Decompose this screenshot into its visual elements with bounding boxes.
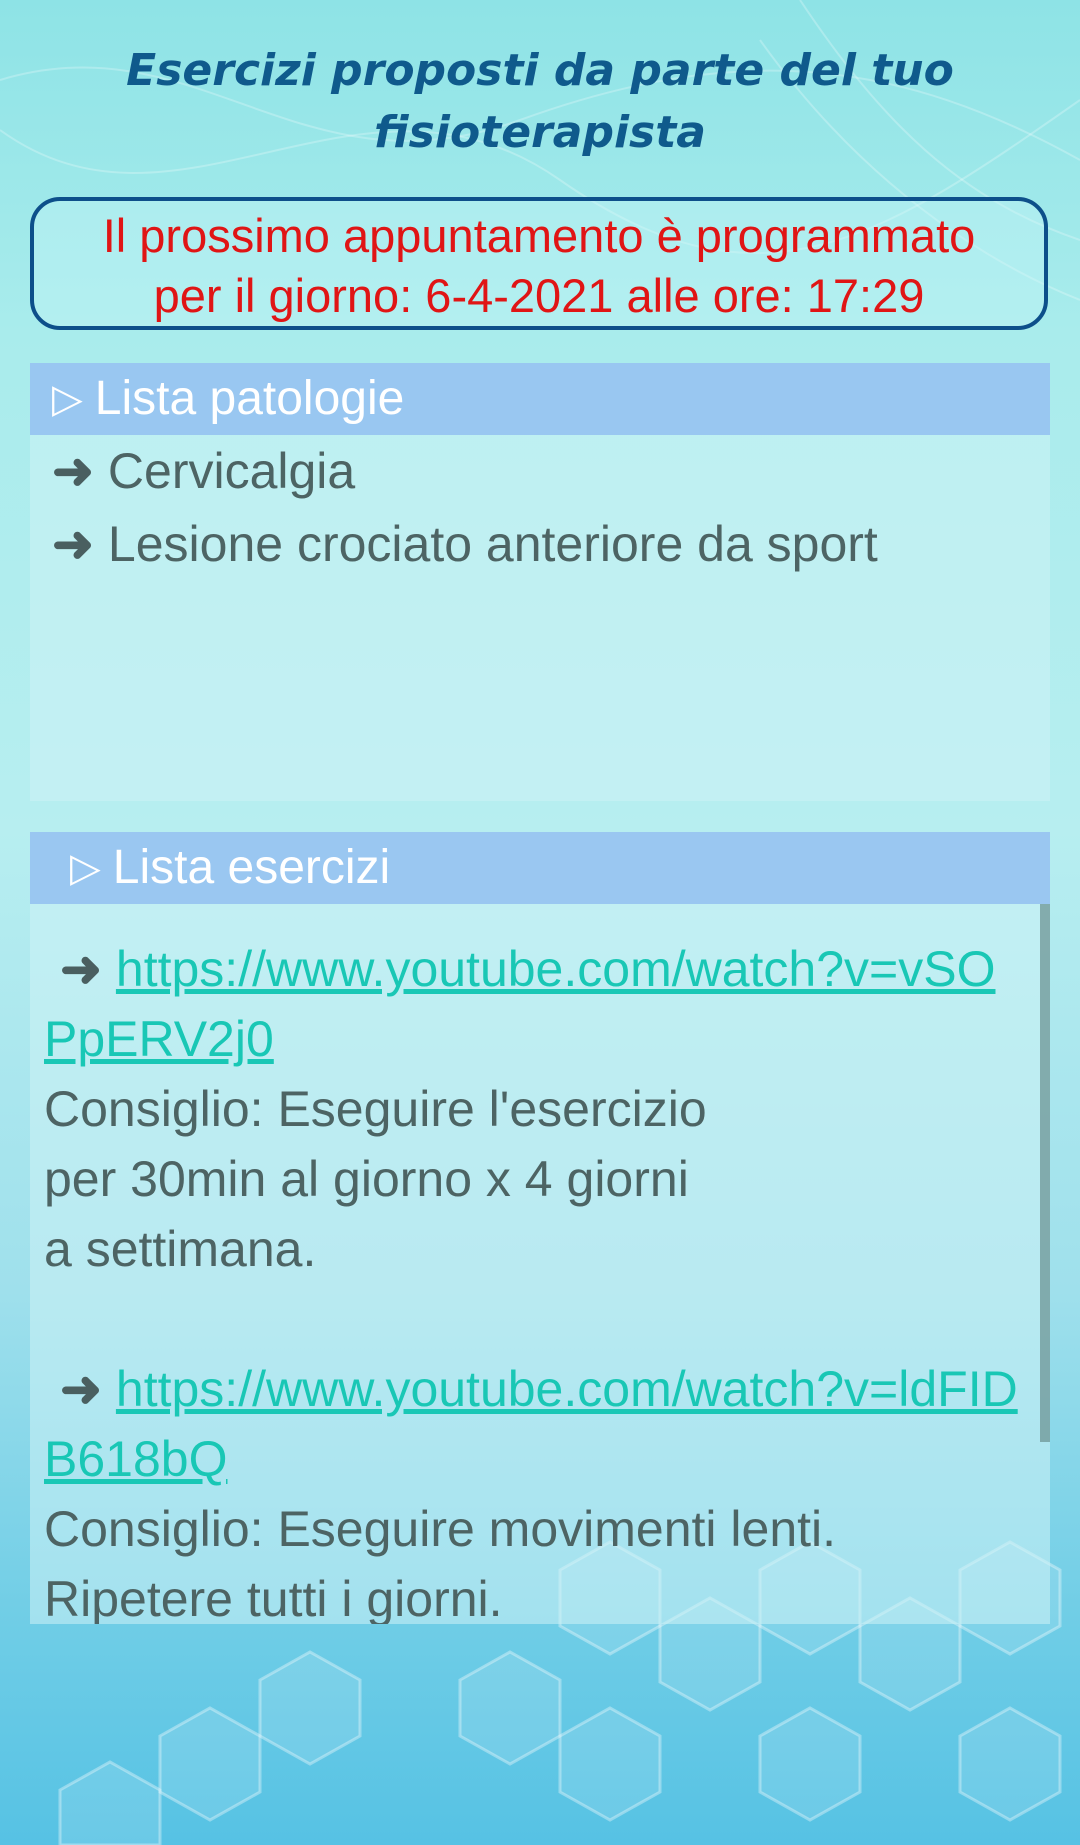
- exercises-list[interactable]: ➜ https://www.youtube.com/watch?v=vSOPpER…: [30, 904, 1050, 1624]
- pathologies-header-label: Lista patologie: [94, 372, 405, 425]
- pathologies-panel-header[interactable]: ▷ Lista patologie: [30, 363, 1050, 435]
- exercises-panel: ▷ Lista esercizi ➜ https://www.youtube.co…: [30, 832, 1050, 1624]
- exercise-item: ➜ https://www.youtube.com/watch?v=vSOPpER…: [44, 934, 1020, 1284]
- exercise-tip: Consiglio: Eseguire l'esercizio per 30mi…: [44, 1081, 707, 1277]
- appointment-line-1: Il prossimo appuntamento è programmato: [102, 209, 976, 262]
- arrow-right-icon: ➜: [52, 516, 94, 572]
- exercises-panel-header[interactable]: ▷ Lista esercizi: [30, 832, 1050, 904]
- pathology-label: Cervicalgia: [107, 443, 356, 499]
- play-triangle-icon: ▷: [70, 846, 101, 890]
- appointment-line-2: per il giorno: 6-4-2021 alle ore: 17:29: [153, 269, 925, 322]
- exercise-tip: Consiglio: Eseguire movimenti lenti. Rip…: [44, 1501, 837, 1624]
- list-item-pathology: ➜ Lesione crociato anteriore da sport: [30, 508, 1050, 581]
- arrow-right-icon: ➜: [60, 941, 102, 997]
- page-title: Esercizi proposti da parte del tuo fisio…: [0, 40, 1080, 164]
- page-title-line-1: Esercizi proposti da parte del tuo: [126, 45, 954, 96]
- exercise-video-link[interactable]: https://www.youtube.com/watch?v=ldFIDB61…: [44, 1361, 1018, 1487]
- appointment-banner: Il prossimo appuntamento è programmato p…: [30, 197, 1048, 330]
- exercise-item: ➜ https://www.youtube.com/watch?v=ldFIDB6…: [44, 1354, 1020, 1624]
- pathologies-panel: ▷ Lista patologie ➜ Cervicalgia ➜ Lesione …: [30, 363, 1050, 801]
- arrow-right-icon: ➜: [60, 1361, 102, 1417]
- exercises-header-label: Lista esercizi: [112, 841, 391, 894]
- page-title-line-2: fisioterapista: [374, 107, 706, 158]
- play-triangle-icon: ▷: [52, 377, 83, 421]
- list-item-pathology: ➜ Cervicalgia: [30, 435, 1050, 508]
- arrow-right-icon: ➜: [52, 443, 94, 499]
- pathology-label: Lesione crociato anteriore da sport: [107, 516, 878, 572]
- exercise-video-link[interactable]: https://www.youtube.com/watch?v=vSOPpERV…: [44, 941, 995, 1067]
- exercises-scrollbar[interactable]: [1040, 904, 1050, 1442]
